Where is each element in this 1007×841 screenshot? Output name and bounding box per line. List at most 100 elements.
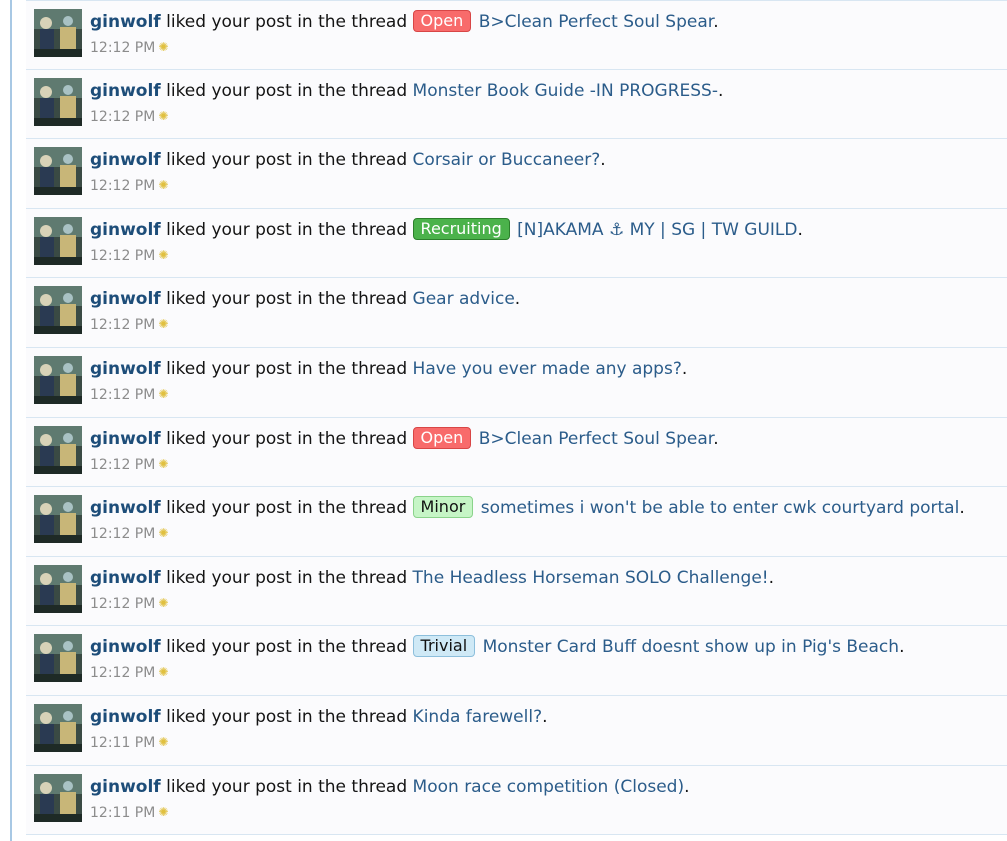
thread-link[interactable]: Corsair or Buccaneer? xyxy=(413,150,601,170)
period: . xyxy=(713,428,719,449)
alert-time: 12:12 PM xyxy=(90,40,156,56)
thread-prefix[interactable]: Trivial xyxy=(412,635,476,658)
sparkle-icon: ✺ xyxy=(158,804,169,819)
alert-item: ginwolf liked your post in the thread Tr… xyxy=(26,626,1007,696)
alert-action-text: liked your post in the thread xyxy=(166,12,408,32)
sparkle-icon: ✺ xyxy=(158,386,169,401)
sparkle-icon: ✺ xyxy=(158,178,169,193)
alert-time: 12:12 PM xyxy=(90,665,156,682)
alert-item: ginwolf liked your post in the thread Mo… xyxy=(26,765,1007,836)
alert-time: 12:12 PM xyxy=(90,595,156,612)
sparkle-icon: ✺ xyxy=(158,526,169,541)
alert-item: ginwolf liked your post in the thread Ki… xyxy=(26,695,1007,766)
avatar[interactable] xyxy=(34,495,82,544)
avatar[interactable] xyxy=(34,9,82,57)
username-link[interactable]: ginwolf xyxy=(90,568,161,588)
thread-prefix[interactable]: Minor xyxy=(412,496,474,519)
sparkle-icon: ✺ xyxy=(158,108,169,123)
alert-item: ginwolf liked your post in the thread Op… xyxy=(26,0,1007,70)
alert-action-text: liked your post in the thread xyxy=(166,358,408,379)
thread-link[interactable]: sometimes i won't be able to enter cwk c… xyxy=(481,498,960,518)
alert-action-text: liked your post in the thread xyxy=(166,498,408,519)
username-link[interactable]: ginwolf xyxy=(90,637,161,657)
thread-prefix[interactable]: Open xyxy=(412,426,472,449)
thread-link[interactable]: The Headless Horseman SOLO Challenge! xyxy=(413,568,769,588)
alert-action-text: liked your post in the thread xyxy=(166,428,408,449)
username-link[interactable]: ginwolf xyxy=(90,150,161,170)
thread-link[interactable]: [N]AKAMA ⚓ MY | SG | TW GUILD xyxy=(517,220,797,240)
period: . xyxy=(797,219,803,240)
period: . xyxy=(681,358,688,379)
alert-time: 12:11 PM xyxy=(90,804,156,821)
username-link[interactable]: ginwolf xyxy=(90,81,161,101)
username-link[interactable]: ginwolf xyxy=(90,777,161,797)
period: . xyxy=(717,80,724,101)
alert-item: ginwolf liked your post in the thread Mo… xyxy=(26,69,1007,140)
thread-link[interactable]: Gear advice xyxy=(413,289,515,309)
alert-action-text: liked your post in the thread xyxy=(166,637,408,658)
period: . xyxy=(713,12,719,32)
left-border xyxy=(0,0,12,841)
avatar[interactable] xyxy=(34,286,82,335)
avatar[interactable] xyxy=(34,564,82,613)
period: . xyxy=(542,706,548,727)
alert-time: 12:12 PM xyxy=(90,178,156,195)
alert-time: 12:12 PM xyxy=(90,317,156,334)
avatar[interactable] xyxy=(34,77,82,126)
alert-item: ginwolf liked your post in the thread Ge… xyxy=(26,278,1007,348)
sparkle-icon: ✺ xyxy=(158,734,169,749)
alert-time: 12:12 PM xyxy=(90,456,156,473)
avatar[interactable] xyxy=(34,355,82,404)
thread-link[interactable]: Monster Card Buff doesnt show up in Pig'… xyxy=(483,637,900,657)
username-link[interactable]: ginwolf xyxy=(90,12,161,32)
alert-time: 12:12 PM xyxy=(90,526,156,543)
alert-item: ginwolf liked your post in the thread Th… xyxy=(26,556,1007,627)
period: . xyxy=(768,567,774,588)
alert-action-text: liked your post in the thread xyxy=(166,567,408,588)
thread-prefix[interactable]: Recruiting xyxy=(412,217,510,240)
thread-link[interactable]: Monster Book Guide -IN PROGRESS- xyxy=(413,81,718,101)
username-link[interactable]: ginwolf xyxy=(90,220,161,240)
alert-action-text: liked your post in the thread xyxy=(166,289,408,310)
alert-time: 12:11 PM xyxy=(90,734,156,751)
sparkle-icon: ✺ xyxy=(158,665,169,680)
alert-item: ginwolf liked your post in the thread Co… xyxy=(26,139,1007,209)
period: . xyxy=(959,498,965,519)
alert-action-text: liked your post in the thread xyxy=(166,706,408,727)
avatar[interactable] xyxy=(34,703,82,752)
thread-prefix[interactable]: Open xyxy=(412,10,472,32)
avatar[interactable] xyxy=(34,773,82,822)
username-link[interactable]: ginwolf xyxy=(90,707,161,727)
username-link[interactable]: ginwolf xyxy=(90,498,161,518)
alert-item: ginwolf liked your post in the thread Op… xyxy=(26,417,1007,488)
sparkle-icon: ✺ xyxy=(158,40,169,54)
thread-link[interactable]: B>Clean Perfect Soul Spear xyxy=(479,429,714,449)
thread-link[interactable]: Moon race competition (Closed) xyxy=(413,777,685,797)
avatar[interactable] xyxy=(34,216,82,265)
avatar[interactable] xyxy=(34,425,82,474)
thread-link[interactable]: Kinda farewell? xyxy=(413,707,543,727)
sparkle-icon: ✺ xyxy=(158,456,169,471)
alert-time: 12:12 PM xyxy=(90,108,156,125)
alert-action-text: liked your post in the thread xyxy=(166,150,408,171)
alert-action-text: liked your post in the thread xyxy=(166,219,408,240)
sparkle-icon: ✺ xyxy=(158,247,169,262)
period: . xyxy=(600,150,606,171)
alert-action-text: liked your post in the thread xyxy=(166,776,408,797)
alert-action-text: liked your post in the thread xyxy=(166,80,408,101)
alert-item: ginwolf liked your post in the thread Ha… xyxy=(26,347,1007,418)
thread-link[interactable]: Have you ever made any apps? xyxy=(413,359,682,379)
avatar[interactable] xyxy=(34,634,82,683)
sparkle-icon: ✺ xyxy=(158,317,169,332)
username-link[interactable]: ginwolf xyxy=(90,429,161,449)
thread-link[interactable]: B>Clean Perfect Soul Spear xyxy=(479,12,714,32)
period: . xyxy=(684,776,690,797)
username-link[interactable]: ginwolf xyxy=(90,289,161,309)
period: . xyxy=(899,637,905,658)
alert-time: 12:12 PM xyxy=(90,386,156,403)
alert-item: ginwolf liked your post in the thread Mi… xyxy=(26,487,1007,557)
alerts-list: ginwolf liked your post in the thread Op… xyxy=(26,0,1007,836)
avatar[interactable] xyxy=(34,147,82,196)
sparkle-icon: ✺ xyxy=(158,595,169,610)
username-link[interactable]: ginwolf xyxy=(90,359,161,379)
